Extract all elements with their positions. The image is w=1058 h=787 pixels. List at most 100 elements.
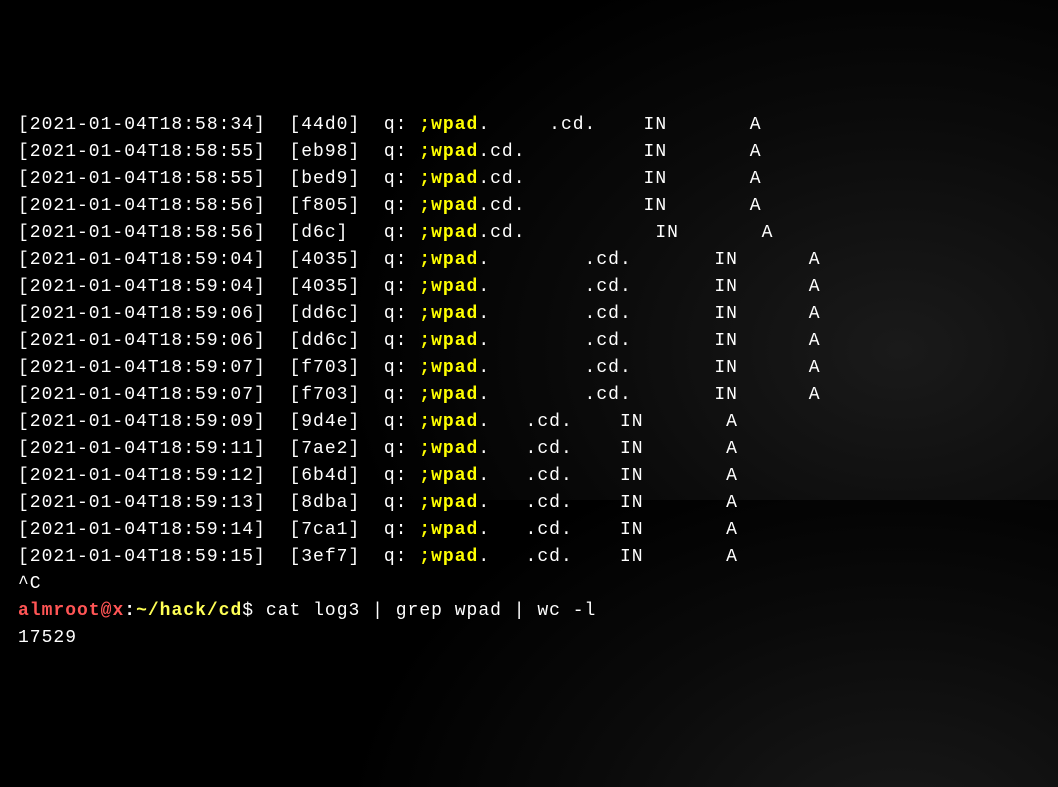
dns-record-tail: . .cd. IN A xyxy=(478,277,820,297)
q-label: q: xyxy=(384,304,408,324)
q-label: q: xyxy=(372,223,407,243)
query-hash: [7ae2] xyxy=(289,439,360,459)
log-line: [2021-01-04T18:59:11] [7ae2] q: ;wpad. .… xyxy=(18,436,1040,463)
dns-record-tail: . .cd. IN A xyxy=(478,250,820,270)
grep-match-wpad: wpad xyxy=(431,439,478,459)
query-hash: [dd6c] xyxy=(289,331,360,351)
q-label: q: xyxy=(384,412,408,432)
log-line: [2021-01-04T18:59:06] [dd6c] q: ;wpad. .… xyxy=(18,328,1040,355)
terminal-output: [2021-01-04T18:58:34] [44d0] q: ;wpad. .… xyxy=(18,112,1040,652)
q-label: q: xyxy=(384,250,408,270)
dns-record-tail: .cd. IN A xyxy=(478,196,761,216)
q-label: q: xyxy=(384,466,408,486)
query-hash: [3ef7] xyxy=(289,547,360,567)
query-hash: [f703] xyxy=(289,385,360,405)
log-line: [2021-01-04T18:59:12] [6b4d] q: ;wpad. .… xyxy=(18,463,1040,490)
prompt-dollar: $ xyxy=(242,601,254,621)
semicolon: ; xyxy=(419,115,431,135)
query-hash: [6b4d] xyxy=(289,466,360,486)
query-hash: [44d0] xyxy=(289,115,360,135)
grep-match-wpad: wpad xyxy=(431,196,478,216)
log-line: [2021-01-04T18:58:34] [44d0] q: ;wpad. .… xyxy=(18,112,1040,139)
log-line: [2021-01-04T18:58:55] [bed9] q: ;wpad.cd… xyxy=(18,166,1040,193)
prompt-at: @ xyxy=(101,601,113,621)
timestamp: [2021-01-04T18:59:07] xyxy=(18,358,266,378)
grep-match-wpad: wpad xyxy=(431,466,478,486)
q-label: q: xyxy=(384,520,408,540)
query-hash: [d6c] xyxy=(289,223,348,243)
dns-record-tail: . .cd. IN A xyxy=(478,520,738,540)
prompt-user: almroot xyxy=(18,601,101,621)
semicolon: ; xyxy=(419,466,431,486)
log-line: [2021-01-04T18:58:55] [eb98] q: ;wpad.cd… xyxy=(18,139,1040,166)
dns-record-tail: .cd. IN A xyxy=(478,223,773,243)
grep-match-wpad: wpad xyxy=(431,385,478,405)
semicolon: ; xyxy=(419,385,431,405)
grep-match-wpad: wpad xyxy=(431,223,478,243)
grep-match-wpad: wpad xyxy=(431,331,478,351)
dns-record-tail: . .cd. IN A xyxy=(478,493,738,513)
grep-match-wpad: wpad xyxy=(431,142,478,162)
log-line: [2021-01-04T18:59:09] [9d4e] q: ;wpad. .… xyxy=(18,409,1040,436)
timestamp: [2021-01-04T18:59:13] xyxy=(18,493,266,513)
timestamp: [2021-01-04T18:58:55] xyxy=(18,169,266,189)
dns-record-tail: . .cd. IN A xyxy=(478,304,820,324)
query-hash: [dd6c] xyxy=(289,304,360,324)
q-label: q: xyxy=(384,547,408,567)
timestamp: [2021-01-04T18:59:15] xyxy=(18,547,266,567)
semicolon: ; xyxy=(419,358,431,378)
q-label: q: xyxy=(384,493,408,513)
log-line: [2021-01-04T18:59:04] [4035] q: ;wpad. .… xyxy=(18,247,1040,274)
grep-match-wpad: wpad xyxy=(431,250,478,270)
q-label: q: xyxy=(384,439,408,459)
timestamp: [2021-01-04T18:59:09] xyxy=(18,412,266,432)
log-line: [2021-01-04T18:59:07] [f703] q: ;wpad. .… xyxy=(18,382,1040,409)
query-hash: [7ca1] xyxy=(289,520,360,540)
log-line: [2021-01-04T18:59:07] [f703] q: ;wpad. .… xyxy=(18,355,1040,382)
timestamp: [2021-01-04T18:58:56] xyxy=(18,223,266,243)
grep-match-wpad: wpad xyxy=(431,493,478,513)
semicolon: ; xyxy=(419,196,431,216)
query-hash: [f703] xyxy=(289,358,360,378)
log-line: [2021-01-04T18:59:06] [dd6c] q: ;wpad. .… xyxy=(18,301,1040,328)
dns-record-tail: . .cd. IN A xyxy=(478,466,738,486)
log-line: [2021-01-04T18:58:56] [f805] q: ;wpad.cd… xyxy=(18,193,1040,220)
q-label: q: xyxy=(384,169,408,189)
command-output: 17529 xyxy=(18,625,1040,652)
ctrl-c: ^C xyxy=(18,571,1040,598)
q-label: q: xyxy=(384,385,408,405)
log-line: [2021-01-04T18:58:56] [d6c] q: ;wpad.cd.… xyxy=(18,220,1040,247)
semicolon: ; xyxy=(419,142,431,162)
semicolon: ; xyxy=(419,520,431,540)
semicolon: ; xyxy=(419,331,431,351)
semicolon: ; xyxy=(419,304,431,324)
log-line: [2021-01-04T18:59:14] [7ca1] q: ;wpad. .… xyxy=(18,517,1040,544)
prompt-line[interactable]: almroot@x:~/hack/cd$ cat log3 | grep wpa… xyxy=(18,598,1040,625)
dns-record-tail: . .cd. IN A xyxy=(478,547,738,567)
timestamp: [2021-01-04T18:59:07] xyxy=(18,385,266,405)
query-hash: [bed9] xyxy=(289,169,360,189)
q-label: q: xyxy=(384,358,408,378)
q-label: q: xyxy=(384,331,408,351)
grep-match-wpad: wpad xyxy=(431,115,478,135)
query-hash: [f805] xyxy=(289,196,360,216)
dns-record-tail: . .cd. IN A xyxy=(478,439,738,459)
grep-match-wpad: wpad xyxy=(431,520,478,540)
grep-match-wpad: wpad xyxy=(431,358,478,378)
timestamp: [2021-01-04T18:59:14] xyxy=(18,520,266,540)
timestamp: [2021-01-04T18:59:06] xyxy=(18,304,266,324)
semicolon: ; xyxy=(419,223,431,243)
semicolon: ; xyxy=(419,169,431,189)
timestamp: [2021-01-04T18:58:56] xyxy=(18,196,266,216)
command-text[interactable]: cat log3 | grep wpad | wc -l xyxy=(254,601,596,621)
dns-record-tail: .cd. IN A xyxy=(478,142,761,162)
semicolon: ; xyxy=(419,547,431,567)
dns-record-tail: . .cd. IN A xyxy=(478,331,820,351)
grep-match-wpad: wpad xyxy=(431,547,478,567)
q-label: q: xyxy=(384,277,408,297)
q-label: q: xyxy=(384,115,408,135)
prompt-host: x xyxy=(112,601,124,621)
prompt-colon: : xyxy=(124,601,136,621)
query-hash: [4035] xyxy=(289,277,360,297)
dns-record-tail: . .cd. IN A xyxy=(478,412,738,432)
